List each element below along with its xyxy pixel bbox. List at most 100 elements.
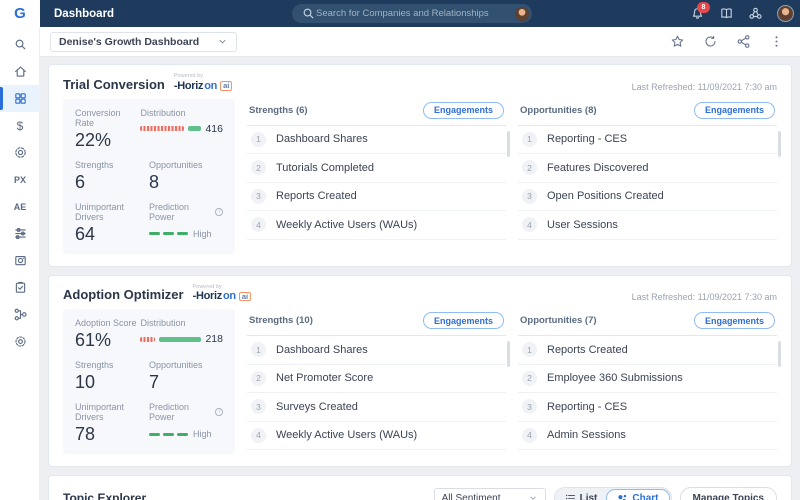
engagements-button[interactable]: Engagements xyxy=(694,102,775,119)
prediction-power-indicator: High xyxy=(149,429,223,439)
app-logo-letter: G xyxy=(14,5,26,22)
view-toggle: List Chart xyxy=(554,487,672,500)
scrollbar-thumb[interactable] xyxy=(507,341,510,367)
scrollbar-thumb[interactable] xyxy=(778,341,781,367)
sidebar-item-ae[interactable]: AE xyxy=(0,193,40,220)
list-item[interactable]: 1Dashboard Shares xyxy=(247,126,506,155)
notifications-bell-icon[interactable]: 8 xyxy=(690,6,705,21)
card-header: Adoption Optimizer Powered by -Horizon a… xyxy=(49,276,791,308)
tune-filter-icon xyxy=(13,226,28,241)
left-sidebar: $ PX AE xyxy=(0,27,40,500)
list-item[interactable]: 1Dashboard Shares xyxy=(247,336,506,365)
sidebar-item-orchestrator[interactable] xyxy=(0,301,40,328)
gear-icon xyxy=(13,334,28,349)
chart-view-toggle[interactable]: Chart xyxy=(606,489,669,500)
search-avatar xyxy=(515,7,529,21)
knowledge-book-icon[interactable] xyxy=(719,6,734,21)
opportunities-count: 7 xyxy=(149,372,223,393)
strengths-count: 10 xyxy=(75,372,149,393)
clipboard-check-icon xyxy=(13,280,28,295)
list-item[interactable]: 3Open Positions Created xyxy=(518,183,777,212)
ae-label: AE xyxy=(14,202,27,212)
sidebar-item-timeline[interactable] xyxy=(0,247,40,274)
list-item[interactable]: 4Weekly Active Users (WAUs) xyxy=(247,211,506,240)
list-item[interactable]: 2Features Discovered xyxy=(518,154,777,183)
more-options-kebab-icon[interactable] xyxy=(769,34,784,49)
sidebar-item-home[interactable] xyxy=(0,58,40,85)
list-header: Strengths (6) xyxy=(249,105,308,116)
target-gear-icon xyxy=(13,145,28,160)
notification-badge: 8 xyxy=(697,2,710,13)
refresh-icon[interactable] xyxy=(703,34,718,49)
powered-by-label: Powered by xyxy=(174,74,232,80)
opportunities-list: Opportunities (7) Engagements 1Reports Cr… xyxy=(518,309,777,454)
list-item[interactable]: 1Reporting - CES xyxy=(518,126,777,155)
last-refreshed-label: Last Refreshed: 11/09/2021 7:30 am xyxy=(632,82,777,92)
metrics-panel: Adoption Score61% Distribution 218 Stren… xyxy=(63,309,235,454)
chevron-down-icon xyxy=(528,493,538,500)
search-icon xyxy=(301,6,316,21)
engagements-button[interactable]: Engagements xyxy=(423,312,504,329)
search-input[interactable] xyxy=(316,8,515,19)
main-content: Trial Conversion Powered by -Horizon ai … xyxy=(40,57,800,500)
manage-topics-button[interactable]: Manage Topics xyxy=(680,487,778,500)
sidebar-item-settings[interactable] xyxy=(0,328,40,355)
home-icon xyxy=(13,64,28,79)
user-avatar[interactable] xyxy=(777,5,794,22)
metrics-panel: Conversion Rate22% Distribution 416 Stre… xyxy=(63,99,235,254)
list-item[interactable]: 4User Sessions xyxy=(518,211,777,240)
share-icon[interactable] xyxy=(736,34,751,49)
scrollbar-thumb[interactable] xyxy=(507,131,510,157)
topic-explorer-controls: All Sentiment List Chart Manage Topics xyxy=(434,487,777,500)
app-logo[interactable]: G xyxy=(0,0,40,27)
dashboard-selector[interactable]: Denise's Growth Dashboard xyxy=(50,32,237,52)
distribution-bar: 218 xyxy=(140,333,223,345)
dashboard-toolbar: Denise's Growth Dashboard xyxy=(40,27,800,57)
relationships-icon[interactable] xyxy=(748,6,763,21)
list-item[interactable]: 1Reports Created xyxy=(518,336,777,365)
list-view-toggle[interactable]: List xyxy=(556,493,607,500)
list-header: Opportunities (8) xyxy=(520,105,597,116)
list-item[interactable]: 2Tutorials Completed xyxy=(247,154,506,183)
sidebar-item-dashboards[interactable] xyxy=(0,85,40,112)
global-search[interactable] xyxy=(292,4,532,23)
favorite-star-icon[interactable] xyxy=(670,34,685,49)
list-item[interactable]: 3Surveys Created xyxy=(247,393,506,422)
sidebar-item-journeys[interactable] xyxy=(0,220,40,247)
info-icon[interactable]: i xyxy=(215,208,223,216)
sidebar-item-success-plans[interactable] xyxy=(0,139,40,166)
list-item[interactable]: 4Admin Sessions xyxy=(518,422,777,451)
unimportant-drivers-count: 78 xyxy=(75,424,149,445)
topic-explorer-title: Topic Explorer xyxy=(63,491,146,500)
engagements-button[interactable]: Engagements xyxy=(694,312,775,329)
dashboard-selector-label: Denise's Growth Dashboard xyxy=(59,36,199,48)
flow-nodes-icon xyxy=(13,307,28,322)
list-item[interactable]: 2Net Promoter Score xyxy=(247,365,506,394)
sidebar-item-px[interactable]: PX xyxy=(0,166,40,193)
scrollbar-thumb[interactable] xyxy=(778,131,781,157)
list-item[interactable]: 3Reports Created xyxy=(247,183,506,212)
sentiment-filter-select[interactable]: All Sentiment xyxy=(434,488,546,500)
unimportant-drivers-count: 64 xyxy=(75,224,149,245)
sidebar-item-surveys[interactable] xyxy=(0,274,40,301)
list-header: Opportunities (7) xyxy=(520,315,597,326)
horizon-ai-logo: Powered by -Horizon ai xyxy=(193,285,251,303)
info-icon[interactable]: i xyxy=(215,408,223,416)
sidebar-item-search[interactable] xyxy=(0,31,40,58)
sidebar-item-revenue[interactable]: $ xyxy=(0,112,40,139)
list-item[interactable]: 4Weekly Active Users (WAUs) xyxy=(247,422,506,451)
dashboards-grid-icon xyxy=(13,91,28,106)
trial-conversion-card: Trial Conversion Powered by -Horizon ai … xyxy=(48,64,792,267)
opportunities-count: 8 xyxy=(149,172,223,193)
top-bar: G Dashboard 8 xyxy=(0,0,800,27)
page: { "colors": { "accent": "#2f6fd3", "topb… xyxy=(0,0,800,500)
chevron-down-icon xyxy=(217,36,228,47)
list-item[interactable]: 2Employee 360 Submissions xyxy=(518,365,777,394)
bubble-chart-icon xyxy=(617,493,628,500)
camera-icon xyxy=(13,253,28,268)
ai-badge: ai xyxy=(239,292,251,302)
list-item[interactable]: 3Reporting - CES xyxy=(518,393,777,422)
last-refreshed-label: Last Refreshed: 11/09/2021 7:30 am xyxy=(632,292,777,302)
engagements-button[interactable]: Engagements xyxy=(423,102,504,119)
list-header: Strengths (10) xyxy=(249,315,313,326)
